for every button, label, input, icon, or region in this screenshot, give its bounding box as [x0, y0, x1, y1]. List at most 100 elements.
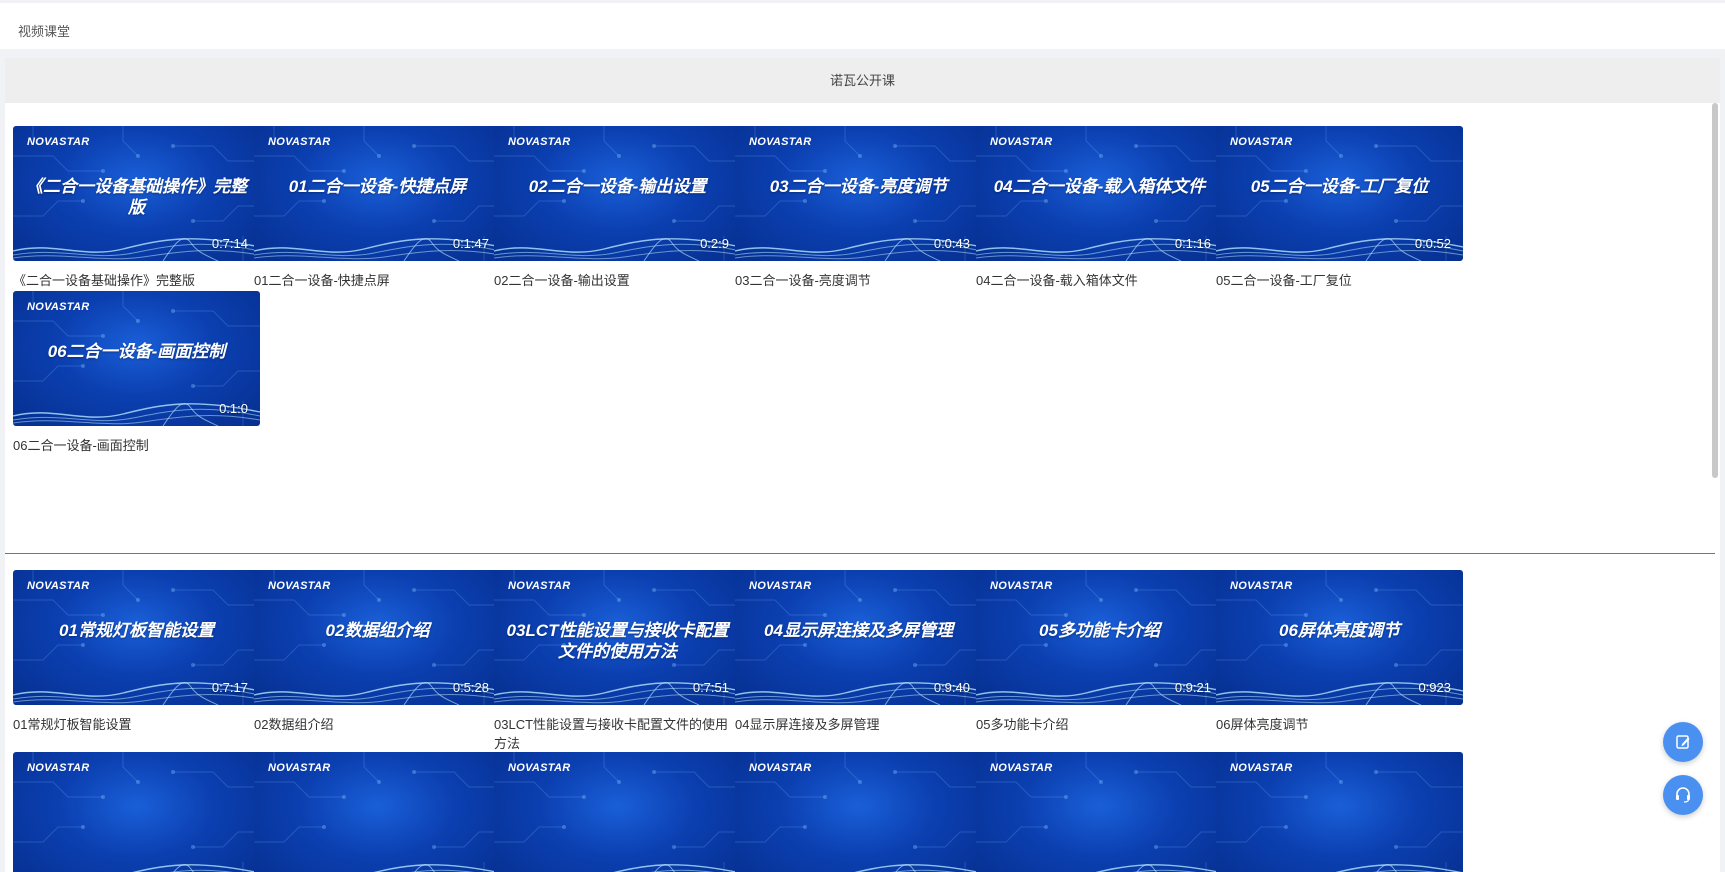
video-thumbnail[interactable]: NOVASTAR [494, 752, 741, 872]
video-card[interactable]: NOVASTAR 05二合一设备-工厂复位 0:0:52 05二合一设备-工厂复位 [1216, 126, 1463, 290]
video-caption[interactable]: 03二合一设备-亮度调节 [735, 271, 975, 290]
video-duration: 0:7:14 [211, 236, 248, 251]
video-card[interactable]: NOVASTAR 03LCT性能设置与接收卡配置文件的使用方法 0:7:51 03LC… [494, 570, 741, 753]
novastar-logo: NOVASTAR [990, 762, 1053, 774]
video-caption[interactable]: 《二合一设备基础操作》完整版 [13, 271, 253, 290]
wave-decoration [613, 864, 740, 872]
video-card[interactable]: NOVASTAR [735, 752, 982, 872]
video-thumbnail[interactable]: NOVASTAR 02二合一设备-输出设置 0:2:9 [494, 126, 741, 261]
video-duration: 0:1:0 [219, 401, 248, 416]
video-thumbnail[interactable]: NOVASTAR [976, 752, 1223, 872]
video-card[interactable]: NOVASTAR [1216, 752, 1463, 872]
video-caption[interactable]: 03LCT性能设置与接收卡配置文件的使用方法 [494, 715, 734, 753]
novastar-logo: NOVASTAR [508, 580, 571, 592]
video-thumbnail[interactable]: NOVASTAR 06二合一设备-画面控制 0:1:0 [13, 291, 260, 426]
thumbnail-title: 03二合一设备-亮度调节 [769, 177, 948, 196]
thumbnail-title: 05二合一设备-工厂复位 [1250, 177, 1429, 196]
novastar-logo: NOVASTAR [27, 301, 90, 313]
video-card[interactable]: NOVASTAR 05多功能卡介绍 0:9:21 05多功能卡介绍 [976, 570, 1223, 734]
novastar-logo: NOVASTAR [1230, 136, 1293, 148]
breadcrumb[interactable]: 视频课堂 [18, 21, 70, 40]
video-caption[interactable]: 02数据组介绍 [254, 715, 494, 734]
video-caption[interactable]: 04显示屏连接及多屏管理 [735, 715, 975, 734]
thumbnail-title: 《二合一设备基础操作》完整版 [26, 177, 247, 217]
video-caption[interactable]: 06屏体亮度调节 [1216, 715, 1456, 734]
novastar-logo: NOVASTAR [268, 580, 331, 592]
wave-decoration [1095, 864, 1222, 872]
edit-fab-button[interactable] [1663, 722, 1703, 762]
wave-decoration [373, 864, 500, 872]
video-duration: 0:0:43 [933, 236, 970, 251]
video-card[interactable]: NOVASTAR 06二合一设备-画面控制 0:1:0 06二合一设备-画面控制 [13, 291, 260, 455]
video-thumbnail[interactable]: NOVASTAR 06屏体亮度调节 0:923 [1216, 570, 1463, 705]
novastar-logo: NOVASTAR [1230, 580, 1293, 592]
wave-decoration [132, 864, 259, 872]
video-thumbnail[interactable]: NOVASTAR 03二合一设备-亮度调节 0:0:43 [735, 126, 982, 261]
video-caption[interactable]: 06二合一设备-画面控制 [13, 436, 253, 455]
video-card[interactable]: NOVASTAR 04显示屏连接及多屏管理 0:9:40 04显示屏连接及多屏管理 [735, 570, 982, 734]
video-caption[interactable]: 02二合一设备-输出设置 [494, 271, 734, 290]
video-thumbnail[interactable]: NOVASTAR 02数据组介绍 0:5:28 [254, 570, 501, 705]
video-thumbnail[interactable]: NOVASTAR [254, 752, 501, 872]
course-panel: 诺瓦公开课 NOVASTAR 《二合一设备基础操作》完整版 0:7:14 《二合一设备… [5, 58, 1720, 872]
video-card[interactable]: NOVASTAR [13, 752, 260, 872]
video-thumbnail[interactable]: NOVASTAR [13, 752, 260, 872]
thumbnail-title: 05多功能卡介绍 [1039, 621, 1160, 640]
video-thumbnail[interactable]: NOVASTAR 《二合一设备基础操作》完整版 0:7:14 [13, 126, 260, 261]
video-duration: 0:9:40 [933, 680, 970, 695]
video-thumbnail[interactable]: NOVASTAR 05多功能卡介绍 0:9:21 [976, 570, 1223, 705]
video-caption[interactable]: 04二合一设备-载入箱体文件 [976, 271, 1216, 290]
novastar-logo: NOVASTAR [508, 762, 571, 774]
video-card[interactable]: NOVASTAR 03二合一设备-亮度调节 0:0:43 03二合一设备-亮度调节 [735, 126, 982, 290]
video-thumbnail[interactable]: NOVASTAR 03LCT性能设置与接收卡配置文件的使用方法 0:7:51 [494, 570, 741, 705]
thumbnail-title: 06屏体亮度调节 [1279, 621, 1400, 640]
top-bar: 视频课堂 [0, 3, 1725, 49]
video-thumbnail[interactable]: NOVASTAR [1216, 752, 1463, 872]
thumbnail-title: 02数据组介绍 [325, 621, 430, 640]
video-thumbnail[interactable]: NOVASTAR 04显示屏连接及多屏管理 0:9:40 [735, 570, 982, 705]
video-card[interactable]: NOVASTAR 02二合一设备-输出设置 0:2:9 02二合一设备-输出设置 [494, 126, 741, 290]
video-card[interactable]: NOVASTAR 04二合一设备-载入箱体文件 0:1:16 04二合一设备-载入箱体… [976, 126, 1223, 290]
video-card[interactable]: NOVASTAR 《二合一设备基础操作》完整版 0:7:14 《二合一设备基础操作》完… [13, 126, 260, 290]
novastar-logo: NOVASTAR [268, 762, 331, 774]
scrollbar[interactable] [1712, 103, 1718, 478]
video-card[interactable]: NOVASTAR [494, 752, 741, 872]
novastar-logo: NOVASTAR [508, 136, 571, 148]
thumbnail-title: 01二合一设备-快捷点屏 [288, 177, 467, 196]
video-thumbnail[interactable]: NOVASTAR [735, 752, 982, 872]
video-card[interactable]: NOVASTAR [254, 752, 501, 872]
video-card[interactable]: NOVASTAR [976, 752, 1223, 872]
video-duration: 0:7:17 [211, 680, 248, 695]
video-card[interactable]: NOVASTAR 01常规灯板智能设置 0:7:17 01常规灯板智能设置 [13, 570, 260, 734]
video-duration: 0:923 [1418, 680, 1451, 695]
section-divider [5, 553, 1715, 554]
video-duration: 0:0:52 [1414, 236, 1451, 251]
novastar-logo: NOVASTAR [27, 762, 90, 774]
video-duration: 0:9:21 [1174, 680, 1211, 695]
panel-title: 诺瓦公开课 [5, 58, 1720, 103]
thumbnail-title: 02二合一设备-输出设置 [528, 177, 707, 196]
video-caption[interactable]: 01常规灯板智能设置 [13, 715, 253, 734]
video-thumbnail[interactable]: NOVASTAR 05二合一设备-工厂复位 0:0:52 [1216, 126, 1463, 261]
novastar-logo: NOVASTAR [749, 136, 812, 148]
video-card[interactable]: NOVASTAR 02数据组介绍 0:5:28 02数据组介绍 [254, 570, 501, 734]
novastar-logo: NOVASTAR [27, 580, 90, 592]
video-thumbnail[interactable]: NOVASTAR 01二合一设备-快捷点屏 0:1:47 [254, 126, 501, 261]
video-thumbnail[interactable]: NOVASTAR 04二合一设备-载入箱体文件 0:1:16 [976, 126, 1223, 261]
novastar-logo: NOVASTAR [990, 136, 1053, 148]
novastar-logo: NOVASTAR [27, 136, 90, 148]
video-card[interactable]: NOVASTAR 06屏体亮度调节 0:923 06屏体亮度调节 [1216, 570, 1463, 734]
thumbnail-title: 01常规灯板智能设置 [59, 621, 214, 640]
video-card[interactable]: NOVASTAR 01二合一设备-快捷点屏 0:1:47 01二合一设备-快捷点屏 [254, 126, 501, 290]
video-thumbnail[interactable]: NOVASTAR 01常规灯板智能设置 0:7:17 [13, 570, 260, 705]
edit-icon [1676, 735, 1690, 749]
novastar-logo: NOVASTAR [749, 762, 812, 774]
thumbnail-title: 03LCT性能设置与接收卡配置文件的使用方法 [506, 621, 729, 661]
video-caption[interactable]: 05二合一设备-工厂复位 [1216, 271, 1456, 290]
novastar-logo: NOVASTAR [268, 136, 331, 148]
support-fab-button[interactable] [1663, 775, 1703, 815]
video-caption[interactable]: 01二合一设备-快捷点屏 [254, 271, 494, 290]
video-caption[interactable]: 05多功能卡介绍 [976, 715, 1216, 734]
thumbnail-title: 04二合一设备-载入箱体文件 [993, 177, 1206, 196]
video-duration: 0:7:51 [692, 680, 729, 695]
